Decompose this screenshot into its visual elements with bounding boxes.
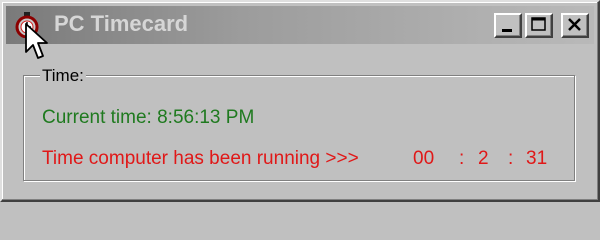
time-separator: : (508, 148, 514, 169)
title-bar[interactable]: PC Timecard (6, 6, 594, 44)
current-time-label: Current time: (42, 107, 152, 128)
close-icon (568, 18, 581, 31)
time-separator: : (459, 148, 465, 169)
running-hours: 00 (413, 148, 435, 169)
group-label: Time: (40, 66, 86, 86)
mouse-pointer-icon (25, 23, 48, 59)
current-time-value: 8:56:13 PM (157, 107, 255, 128)
running-minutes: 2 (478, 148, 489, 169)
minimize-button[interactable] (494, 13, 522, 38)
maximize-button[interactable] (525, 13, 553, 38)
running-seconds: 31 (526, 148, 548, 169)
window-title: PC Timecard (54, 11, 189, 36)
app-window: PC Timecard Time: Current time: 8:56:13 … (0, 0, 600, 202)
running-time-label: Time computer has been running >>> (42, 148, 359, 169)
minimize-icon (502, 29, 512, 32)
close-button[interactable] (561, 13, 589, 38)
maximize-icon (531, 17, 546, 31)
current-time-line: Current time: 8:56:13 PM (42, 106, 254, 130)
